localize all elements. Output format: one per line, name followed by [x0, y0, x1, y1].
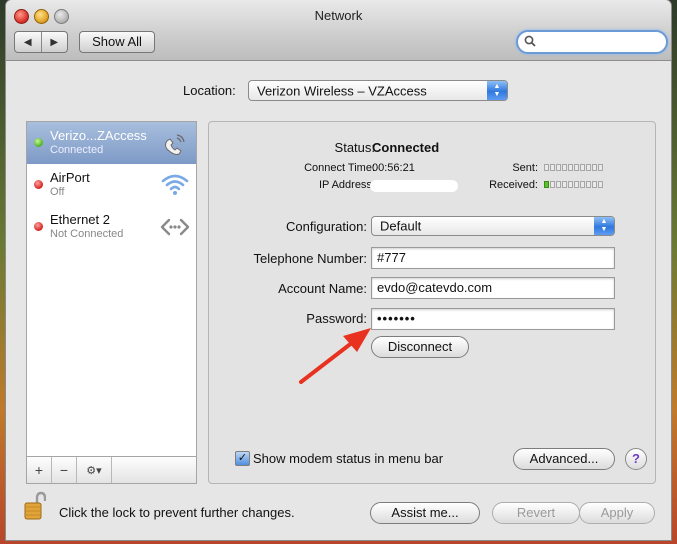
show-all-button[interactable]: Show All [79, 31, 155, 53]
lock-message: Click the lock to prevent further change… [59, 505, 295, 520]
meter-segment [550, 181, 555, 188]
service-list-controls: + − ⚙▾ [26, 456, 197, 484]
meter-segment [580, 181, 585, 188]
received-label: Received: [489, 179, 538, 191]
meter-segment [544, 181, 549, 188]
titlebar: Network ◀ ▶ Show All [6, 0, 671, 61]
meter-segment [544, 164, 549, 171]
window-title: Network [314, 8, 363, 23]
wifi-icon [160, 171, 190, 199]
status-value: Connected [372, 140, 440, 155]
meter-segment [580, 164, 585, 171]
location-popup[interactable]: Verizon Wireless – VZAccess ▲ ▼ [248, 80, 508, 101]
disconnect-button[interactable]: Disconnect [371, 336, 469, 358]
sent-label: Sent: [512, 162, 538, 174]
apply-button[interactable]: Apply [579, 502, 655, 524]
meter-segment [598, 181, 603, 188]
meter-segment [574, 164, 579, 171]
meter-segment [556, 164, 561, 171]
show-modem-status-checkbox[interactable]: ✓ [235, 451, 250, 466]
ip-address-label: IP Address: [318, 179, 375, 191]
configuration-label: Configuration: [286, 219, 367, 234]
ip-address-value [370, 180, 458, 192]
service-list[interactable]: Verizo...ZAccess Connected AirPort Off E… [26, 121, 197, 484]
service-detail-panel: Status: Connected Connect Time: 00:56:21… [208, 121, 656, 484]
status-dot [34, 222, 43, 231]
status-dot [34, 138, 43, 147]
add-service-button[interactable]: + [27, 457, 52, 483]
meter-segment [562, 164, 567, 171]
annotation-arrow-icon [299, 328, 371, 384]
sent-activity-meter [544, 164, 603, 171]
connect-time-value: 00:56:21 [372, 162, 415, 174]
meter-segment [550, 164, 555, 171]
connect-time-label: Connect Time: [304, 162, 375, 174]
account-name-field[interactable]: evdo@catevdo.com [371, 277, 615, 299]
advanced-button[interactable]: Advanced... [513, 448, 615, 470]
meter-segment [586, 164, 591, 171]
meter-segment [574, 181, 579, 188]
popup-arrows-icon: ▲ ▼ [594, 217, 614, 235]
meter-segment [592, 164, 597, 171]
service-item-ethernet-2[interactable]: Ethernet 2 Not Connected [27, 206, 196, 248]
phone-modem-icon [160, 129, 190, 157]
show-modem-status-label: Show modem status in menu bar [253, 451, 444, 466]
telephone-number-label: Telephone Number: [253, 251, 367, 266]
remove-service-button[interactable]: − [52, 457, 77, 483]
revert-button[interactable]: Revert [492, 502, 580, 524]
meter-segment [562, 181, 567, 188]
status-dot [34, 180, 43, 189]
meter-segment [586, 181, 591, 188]
received-activity-meter [544, 181, 603, 188]
service-status: Connected [50, 144, 104, 156]
search-input[interactable] [540, 33, 662, 51]
meter-segment [592, 181, 597, 188]
meter-segment [598, 164, 603, 171]
configuration-value: Default [380, 218, 422, 234]
service-name: Verizo...ZAccess [50, 128, 147, 143]
telephone-number-field[interactable]: #777 [371, 247, 615, 269]
location-label: Location: [183, 83, 236, 98]
help-button[interactable]: ? [625, 448, 647, 470]
service-item-airport[interactable]: AirPort Off [27, 164, 196, 206]
meter-segment [568, 164, 573, 171]
meter-segment [556, 181, 561, 188]
configuration-popup[interactable]: Default ▲ ▼ [371, 216, 615, 236]
account-name-label: Account Name: [278, 281, 367, 296]
assist-me-button[interactable]: Assist me... [370, 502, 480, 524]
search-field[interactable] [516, 30, 668, 54]
popup-arrows-icon: ▲ ▼ [487, 81, 507, 100]
password-field[interactable]: ••••••• [371, 308, 615, 330]
service-status: Not Connected [50, 228, 124, 240]
status-label: Status: [334, 140, 375, 155]
service-status: Off [50, 186, 65, 198]
search-icon [524, 35, 536, 47]
location-value: Verizon Wireless – VZAccess [257, 83, 427, 98]
meter-segment [568, 181, 573, 188]
service-name: Ethernet 2 [50, 212, 110, 227]
back-forward-control: ◀ ▶ [14, 31, 68, 53]
service-name: AirPort [50, 170, 90, 185]
network-preferences-window: Network ◀ ▶ Show All Location: Verizon W… [6, 0, 671, 540]
forward-button[interactable]: ▶ [42, 32, 68, 52]
ethernet-icon [160, 213, 190, 241]
service-item-verizon[interactable]: Verizo...ZAccess Connected [27, 122, 196, 164]
lock-icon[interactable] [24, 491, 46, 521]
back-button[interactable]: ◀ [15, 32, 42, 52]
gear-menu-button[interactable]: ⚙▾ [77, 457, 112, 483]
